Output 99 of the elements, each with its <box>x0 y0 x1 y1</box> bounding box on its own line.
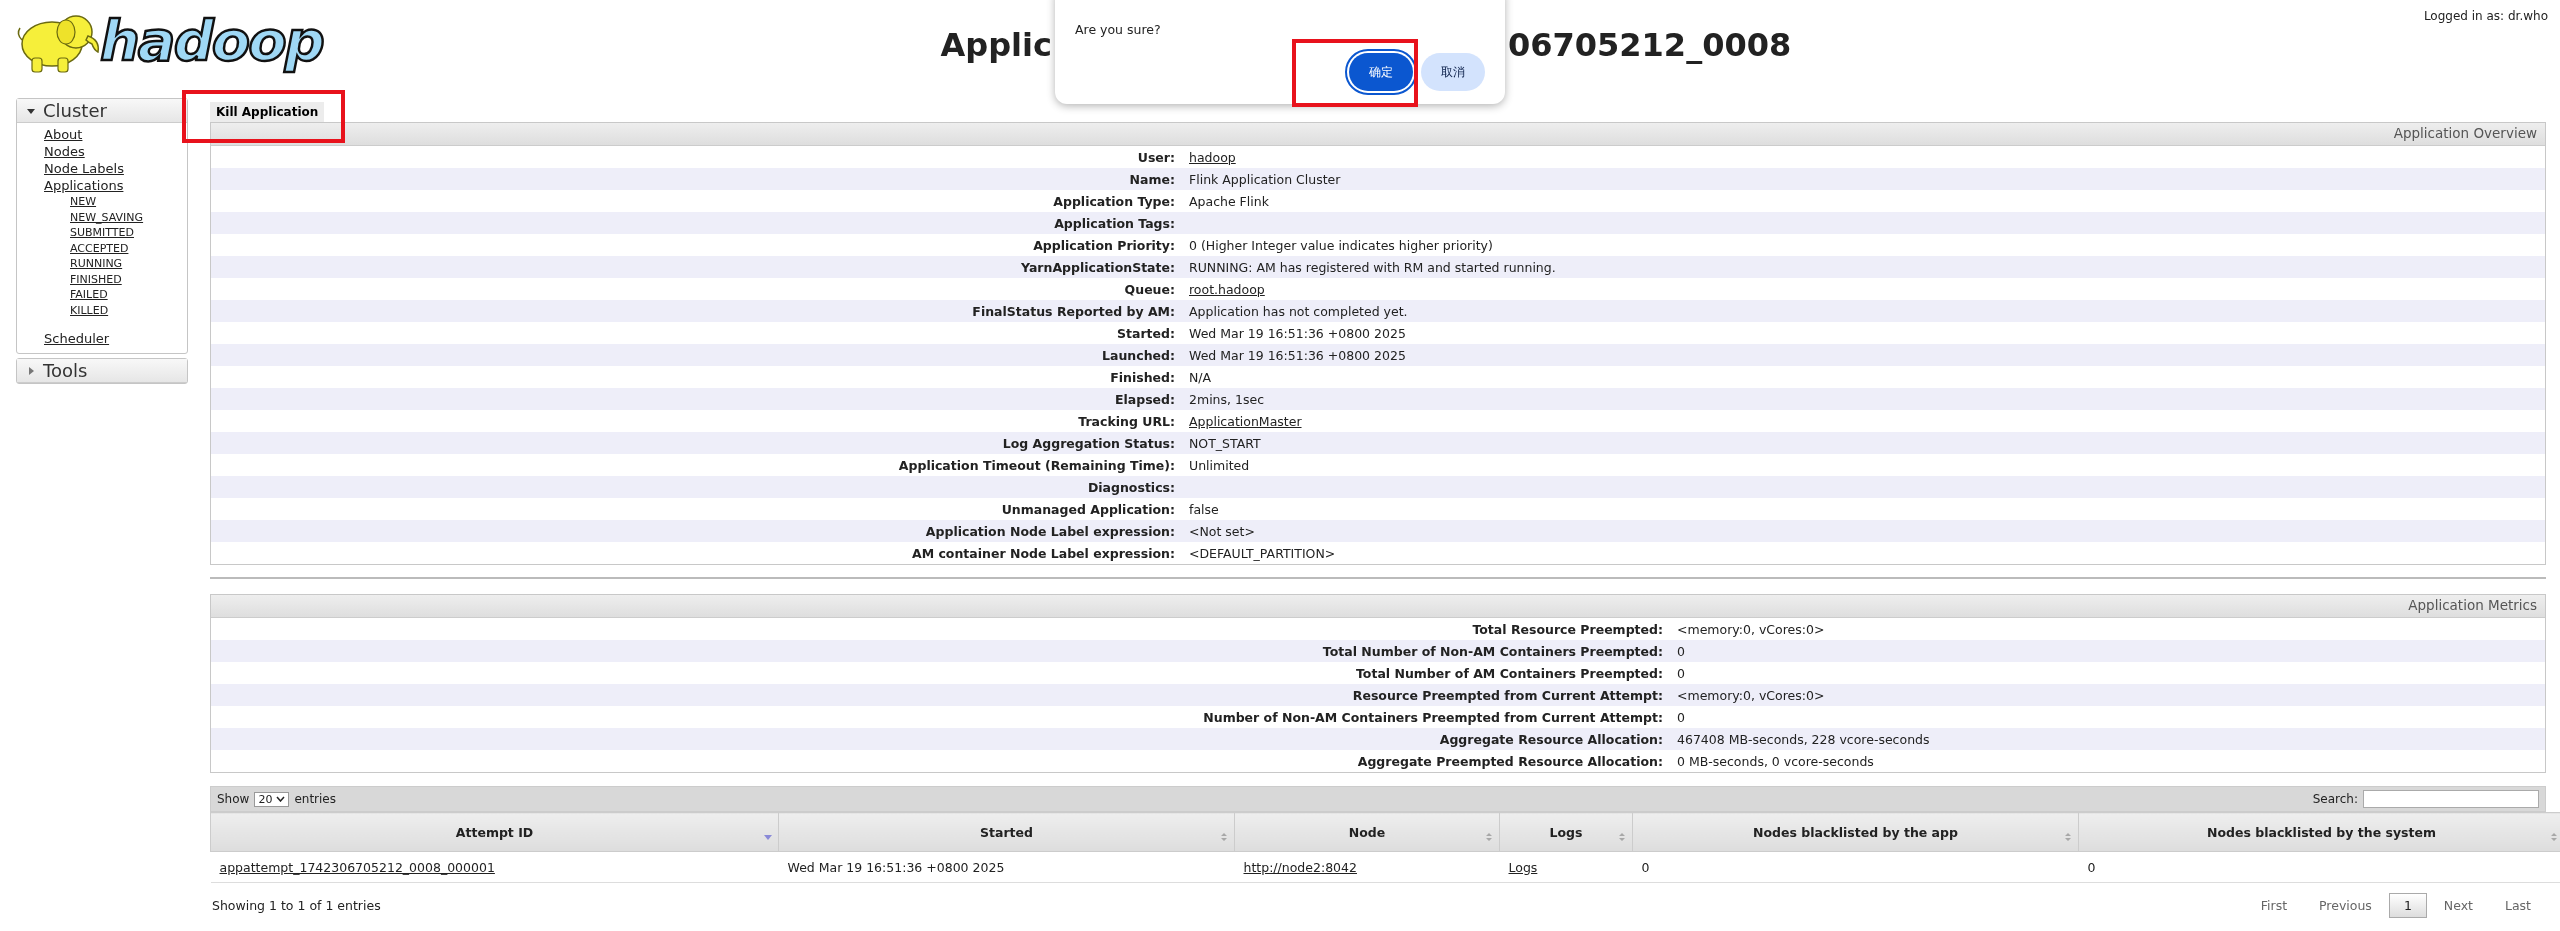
field-label: Elapsed: <box>1113 391 1175 407</box>
nav-link[interactable]: FINISHED <box>70 272 122 286</box>
table-cell: Wed Mar 19 16:51:36 +0800 2025 <box>787 859 1005 875</box>
nav-link[interactable]: SUBMITTED <box>70 226 134 239</box>
column-header[interactable]: Started <box>778 812 1235 852</box>
field-label: Tracking URL: <box>1077 413 1175 429</box>
field-label: Unmanaged Application: <box>1000 501 1175 517</box>
field-value: Flink Application Cluster <box>1189 171 1341 187</box>
field-label: Application Priority: <box>1032 237 1175 253</box>
field-label: Resource Preempted from Current Attempt: <box>1351 687 1663 703</box>
page-size-select[interactable]: 20 <box>254 791 290 807</box>
field-value: 0 (Higher Integer value indicates higher priority) <box>1189 237 1493 253</box>
field-value: Application has not completed yet. <box>1189 303 1408 319</box>
field-label: YarnApplicationState: <box>1020 259 1175 275</box>
field-link[interactable]: ApplicationMaster <box>1189 413 1302 429</box>
section-header[interactable]: Tools <box>17 359 187 383</box>
field-value: <memory:0, vCores:0> <box>1677 687 1825 703</box>
table-link[interactable]: http://node2:8042 <box>1243 859 1357 875</box>
nav-link[interactable]: ACCEPTED <box>70 241 129 255</box>
column-header[interactable]: Node <box>1234 812 1500 852</box>
dropdown-icon <box>276 796 286 802</box>
nav-link[interactable]: RUNNING <box>70 257 123 270</box>
field-label: FinalStatus Reported by AM: <box>971 303 1175 319</box>
length-label: entries <box>294 792 336 806</box>
pagination-link[interactable]: Next <box>2428 892 2488 918</box>
field-label: Queue: <box>1123 281 1175 297</box>
field-label: Total Resource Preempted: <box>1471 621 1663 637</box>
table-cell: 0 <box>1641 859 1650 875</box>
table-info: Showing 1 to 1 of 1 entries <box>212 897 381 913</box>
section-header[interactable]: Cluster <box>17 99 187 123</box>
field-value: 467408 MB-seconds, 228 vcore-seconds <box>1677 731 1930 747</box>
field-label: Diagnostics: <box>1086 479 1175 495</box>
field-value: Unlimited <box>1189 457 1250 473</box>
field-label: Application Type: <box>1052 193 1175 209</box>
nav-link[interactable]: KILLED <box>70 303 109 317</box>
field-label: Application Tags: <box>1053 215 1175 231</box>
field-label: Total Number of Non-AM Containers Preempted: <box>1321 643 1663 659</box>
field-label: User: <box>1136 149 1175 165</box>
cancel-button[interactable]: 取消 <box>1421 53 1485 91</box>
field-label: Log Aggregation Status: <box>1001 435 1175 451</box>
field-value: 0 <box>1677 643 1685 659</box>
field-value: 0 <box>1677 709 1685 725</box>
nav-link[interactable]: NEW_SAVING <box>70 210 144 224</box>
field-label: Launched: <box>1101 347 1175 363</box>
field-value: N/A <box>1189 369 1212 385</box>
panel-title: Application Overview <box>2393 125 2537 141</box>
field-label: Total Number of AM Containers Preempted: <box>1355 665 1663 681</box>
pagination-link[interactable]: First <box>2245 892 2303 918</box>
field-value: Apache Flink <box>1189 193 1269 209</box>
table-link[interactable]: Logs <box>1508 859 1538 875</box>
field-value: 2mins, 1sec <box>1189 391 1264 407</box>
login-status: Logged in as: dr.who <box>2423 9 2548 23</box>
field-label: Application Timeout (Remaining Time): <box>897 457 1175 473</box>
field-value: false <box>1189 501 1219 517</box>
caret-right-icon <box>27 366 35 375</box>
nav-link[interactable]: Node Labels <box>44 161 124 176</box>
field-value: Wed Mar 19 16:51:36 +0800 2025 <box>1189 325 1406 341</box>
column-header[interactable]: Nodes blacklisted by the app <box>1632 812 2079 852</box>
column-header[interactable]: Nodes blacklisted by the system <box>2078 812 2560 852</box>
kill-application-button[interactable]: Kill Application <box>210 102 325 122</box>
field-label: AM container Node Label expression: <box>910 545 1175 561</box>
nav-link[interactable]: FAILED <box>70 288 108 301</box>
field-link[interactable]: hadoop <box>1189 149 1236 165</box>
pagination-link[interactable]: Last <box>2489 892 2546 918</box>
column-header[interactable]: Attempt ID <box>210 812 779 852</box>
field-value: 0 <box>1677 665 1685 681</box>
page-title: Applic <box>940 26 1052 64</box>
field-label: Finished: <box>1109 369 1175 385</box>
field-link[interactable]: root.hadoop <box>1189 281 1265 297</box>
page-button[interactable]: 1 <box>2388 892 2427 918</box>
field-label: Aggregate Preempted Resource Allocation: <box>1356 753 1663 769</box>
table-link[interactable]: appattempt_1742306705212_0008_000001 <box>219 859 495 875</box>
page-title: 06705212_0008 <box>1508 26 1792 64</box>
field-value: Wed Mar 19 16:51:36 +0800 2025 <box>1189 347 1406 363</box>
column-header[interactable]: Logs <box>1499 812 1633 852</box>
field-value: <memory:0, vCores:0> <box>1677 621 1825 637</box>
length-label: Show <box>217 792 250 806</box>
panel-title: Application Metrics <box>2408 597 2537 613</box>
nav-link[interactable]: Nodes <box>44 144 85 159</box>
field-label: Application Node Label expression: <box>924 523 1175 539</box>
field-label: Name: <box>1128 171 1175 187</box>
dialog-message: Are you sure? <box>1075 22 1161 37</box>
caret-down-icon <box>27 106 35 115</box>
field-value: <Not set> <box>1189 523 1255 539</box>
table-cell: 0 <box>2087 859 2096 875</box>
nav-link[interactable]: Applications <box>44 178 124 193</box>
nav-link[interactable]: NEW <box>70 195 97 208</box>
field-label: Number of Non-AM Containers Preempted from Current Attempt: <box>1202 709 1663 725</box>
nav-link[interactable]: Scheduler <box>44 331 110 346</box>
field-label: Aggregate Resource Allocation: <box>1438 731 1663 747</box>
field-value: NOT_START <box>1189 435 1261 451</box>
field-value: 0 MB-seconds, 0 vcore-seconds <box>1677 753 1874 769</box>
pagination-link[interactable]: Previous <box>2304 892 2387 918</box>
field-value: <DEFAULT_PARTITION> <box>1189 545 1336 561</box>
search-label: Search: <box>2312 792 2358 806</box>
field-label: Started: <box>1116 325 1175 341</box>
nav-link[interactable]: About <box>44 127 83 142</box>
search-field[interactable] <box>2363 790 2539 808</box>
field-value: RUNNING: AM has registered with RM and started running. <box>1189 259 1556 275</box>
